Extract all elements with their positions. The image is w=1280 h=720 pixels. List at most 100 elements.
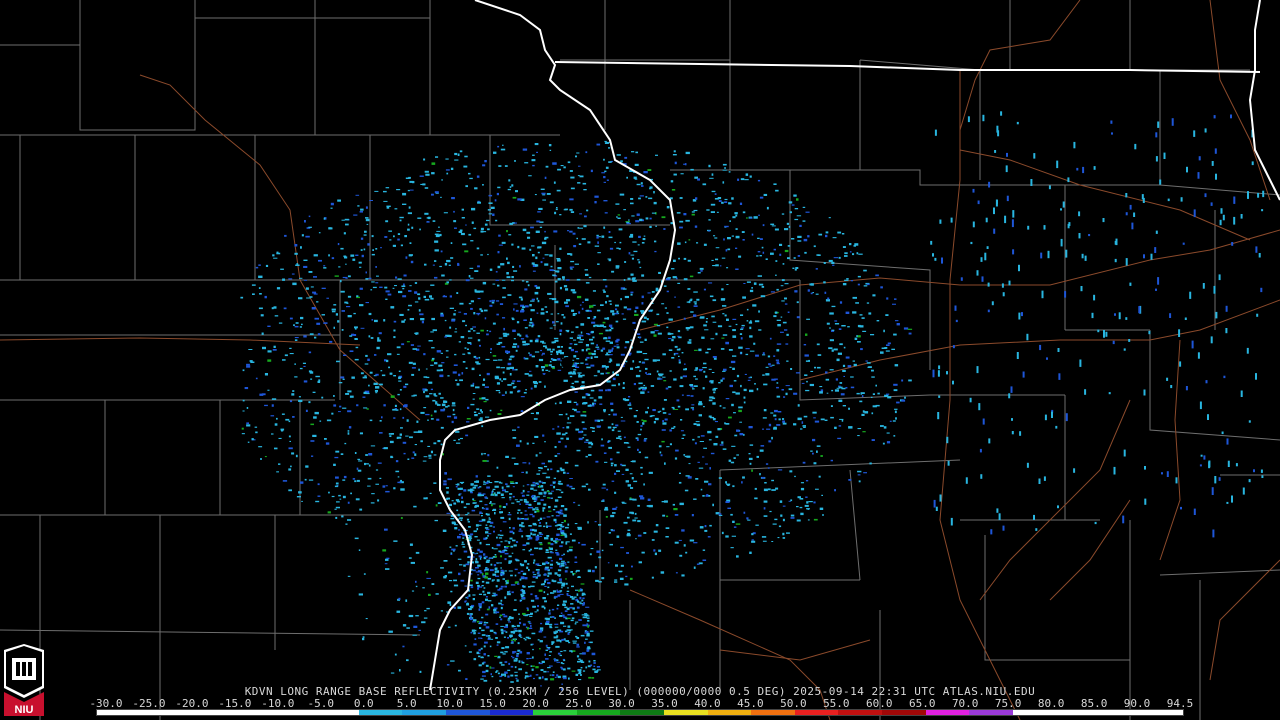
echo-pixel: [545, 658, 549, 660]
echo-pixel: [763, 500, 768, 503]
echo-pixel: [499, 530, 502, 532]
echo-pixel: [813, 462, 817, 465]
echo-pixel: [615, 424, 619, 427]
echo-pixel: [727, 484, 730, 486]
echo-pixel: [595, 346, 600, 348]
echo-pixel: [988, 181, 991, 188]
echo-pixel: [841, 419, 844, 422]
echo-pixel: [525, 334, 528, 338]
echo-pixel: [690, 168, 694, 171]
echo-pixel: [630, 198, 634, 200]
echo-pixel: [825, 371, 828, 374]
echo-pixel: [1125, 212, 1128, 216]
echo-pixel: [614, 579, 618, 581]
echo-pixel: [707, 430, 712, 434]
echo-pixel: [490, 563, 493, 566]
echo-pixel: [397, 233, 401, 235]
radar-map[interactable]: [0, 0, 1280, 720]
echo-pixel: [542, 676, 544, 679]
echo-pixel: [530, 553, 534, 556]
echo-pixel: [1073, 141, 1076, 149]
echo-pixel: [480, 254, 483, 256]
echo-pixel: [666, 326, 669, 329]
echo-pixel: [723, 368, 727, 371]
echo-pixel: [471, 509, 476, 512]
echo-pixel: [604, 140, 607, 143]
echo-pixel: [487, 209, 491, 211]
echo-pixel: [463, 550, 468, 553]
echo-pixel: [434, 249, 439, 252]
echo-pixel: [667, 277, 671, 279]
echo-pixel: [722, 181, 725, 184]
echo-pixel: [365, 618, 368, 620]
echo-pixel: [576, 152, 580, 154]
echo-pixel: [559, 333, 562, 336]
echo-pixel: [289, 317, 293, 320]
echo-pixel: [643, 439, 647, 442]
echo-pixel: [375, 373, 379, 376]
echo-pixel: [433, 454, 437, 456]
echo-pixel: [636, 183, 641, 186]
echo-pixel: [481, 397, 486, 400]
echo-pixel: [646, 505, 649, 507]
echo-pixel: [398, 370, 401, 372]
echo-pixel: [569, 375, 573, 378]
echo-pixel: [523, 392, 527, 394]
echo-pixel: [415, 580, 417, 583]
echo-pixel: [507, 362, 512, 366]
echo-pixel: [337, 320, 340, 323]
echo-pixel: [528, 175, 532, 177]
echo-pixel: [425, 368, 428, 370]
echo-pixel: [624, 156, 628, 159]
echo-pixel: [777, 537, 780, 539]
echo-pixel: [491, 675, 494, 678]
echo-pixel: [480, 515, 483, 516]
echo-pixel: [1144, 466, 1146, 470]
echo-pixel: [638, 261, 641, 264]
echo-pixel: [375, 386, 380, 389]
echo-pixel: [792, 267, 795, 269]
echo-pixel: [345, 223, 349, 226]
echo-pixel: [434, 276, 438, 279]
echo-pixel: [470, 586, 474, 589]
echo-pixel: [567, 523, 570, 526]
echo-pixel: [547, 671, 550, 673]
echo-pixel: [762, 428, 764, 430]
echo-pixel: [1214, 148, 1217, 154]
echo-pixel: [466, 421, 470, 423]
echo-pixel: [509, 222, 513, 225]
echo-pixel: [630, 461, 633, 462]
echo-pixel: [580, 583, 585, 585]
echo-pixel: [1018, 264, 1020, 272]
echo-pixel: [907, 328, 913, 330]
echo-pixel: [572, 291, 577, 294]
echo-pixel: [695, 367, 698, 370]
echo-pixel: [609, 303, 612, 305]
echo-pixel: [1058, 373, 1061, 380]
echo-pixel: [430, 297, 434, 300]
echo-pixel: [669, 333, 674, 335]
echo-pixel: [258, 275, 263, 278]
echo-pixel: [414, 453, 417, 456]
echo-pixel: [606, 295, 609, 298]
echo-pixel: [501, 647, 505, 649]
echo-pixel: [342, 495, 346, 499]
echo-pixel: [628, 252, 631, 255]
echo-pixel: [323, 322, 328, 324]
echo-pixel: [616, 346, 620, 349]
echo-pixel: [499, 534, 504, 537]
echo-pixel: [465, 563, 470, 566]
echo-pixel: [300, 481, 304, 484]
echo-pixel: [501, 380, 503, 382]
echo-pixel: [510, 545, 514, 548]
echo-pixel: [301, 500, 303, 502]
echo-pixel: [550, 678, 555, 681]
echo-pixel: [605, 367, 608, 370]
echo-pixel: [797, 240, 802, 242]
echo-pixel: [500, 651, 504, 654]
colorbar-segment: [533, 710, 577, 715]
echo-pixel: [625, 468, 629, 471]
echo-pixel: [784, 303, 788, 305]
echo-pixel: [531, 656, 534, 659]
echo-pixel: [605, 301, 607, 304]
